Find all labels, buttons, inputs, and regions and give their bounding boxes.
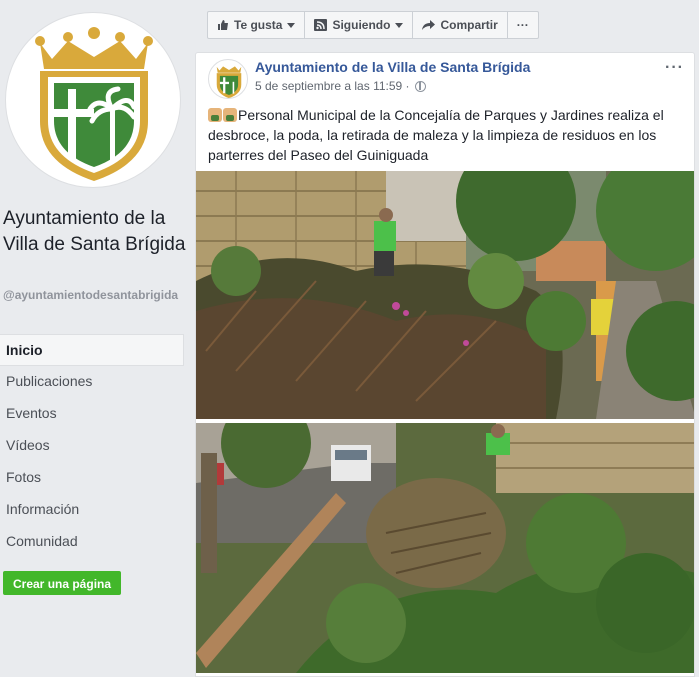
post-card: Ayuntamiento de la Villa de Santa Brígid…: [195, 52, 695, 677]
post-date[interactable]: 5 de septiembre a las 11:59 ·: [255, 79, 410, 93]
page-nav: Inicio Publicaciones Eventos Vídeos Foto…: [0, 334, 184, 558]
like-label: Te gusta: [234, 18, 283, 32]
gardener-emoji-icon: [223, 108, 237, 122]
thumbs-up-icon: [217, 19, 229, 31]
page-avatar[interactable]: [5, 12, 181, 188]
nav-item-informacion[interactable]: Información: [0, 494, 184, 526]
nav-item-eventos[interactable]: Eventos: [0, 398, 184, 430]
create-page-button[interactable]: Crear una página: [3, 571, 122, 595]
post-text: Personal Municipal de la Concejalía de P…: [208, 105, 688, 165]
more-options-button[interactable]: ···: [506, 11, 539, 39]
share-arrow-icon: [422, 19, 436, 31]
page-title[interactable]: Ayuntamiento de la Villa de Santa Brígid…: [3, 206, 191, 258]
nav-item-comunidad[interactable]: Comunidad: [0, 526, 184, 558]
post-author-name[interactable]: Ayuntamiento de la Villa de Santa Brígid…: [255, 59, 530, 75]
gardener-emoji-icon: [208, 108, 222, 122]
following-label: Siguiendo: [332, 18, 391, 32]
like-button[interactable]: Te gusta: [207, 11, 306, 39]
page-handle[interactable]: @ayuntamientodesantabrigida: [3, 288, 191, 303]
chevron-down-icon: [287, 22, 296, 28]
post-timestamp: 5 de septiembre a las 11:59 ·: [255, 79, 426, 93]
nav-item-videos[interactable]: Vídeos: [0, 430, 184, 462]
page-action-bar: Te gusta Siguiendo Compartir ···: [207, 11, 539, 39]
post-body: Personal Municipal de la Concejalía de P…: [208, 107, 664, 163]
post-options-button[interactable]: ···: [665, 59, 684, 77]
nav-item-fotos[interactable]: Fotos: [0, 462, 184, 494]
post-author-avatar[interactable]: [208, 59, 248, 99]
page-sidebar: Ayuntamiento de la Villa de Santa Brígid…: [0, 0, 194, 677]
nav-item-inicio[interactable]: Inicio: [0, 334, 184, 366]
share-label: Compartir: [440, 18, 498, 32]
rss-icon: [314, 19, 328, 31]
post-photo-1[interactable]: [196, 171, 694, 419]
following-button[interactable]: Siguiendo: [304, 11, 414, 39]
share-button[interactable]: Compartir: [412, 11, 508, 39]
nav-item-publicaciones[interactable]: Publicaciones: [0, 366, 184, 398]
crest-logo: [35, 27, 153, 181]
crest-logo: [216, 66, 242, 98]
chevron-down-icon: [395, 22, 404, 28]
globe-icon: [414, 80, 426, 92]
post-photo-2[interactable]: [196, 423, 694, 673]
